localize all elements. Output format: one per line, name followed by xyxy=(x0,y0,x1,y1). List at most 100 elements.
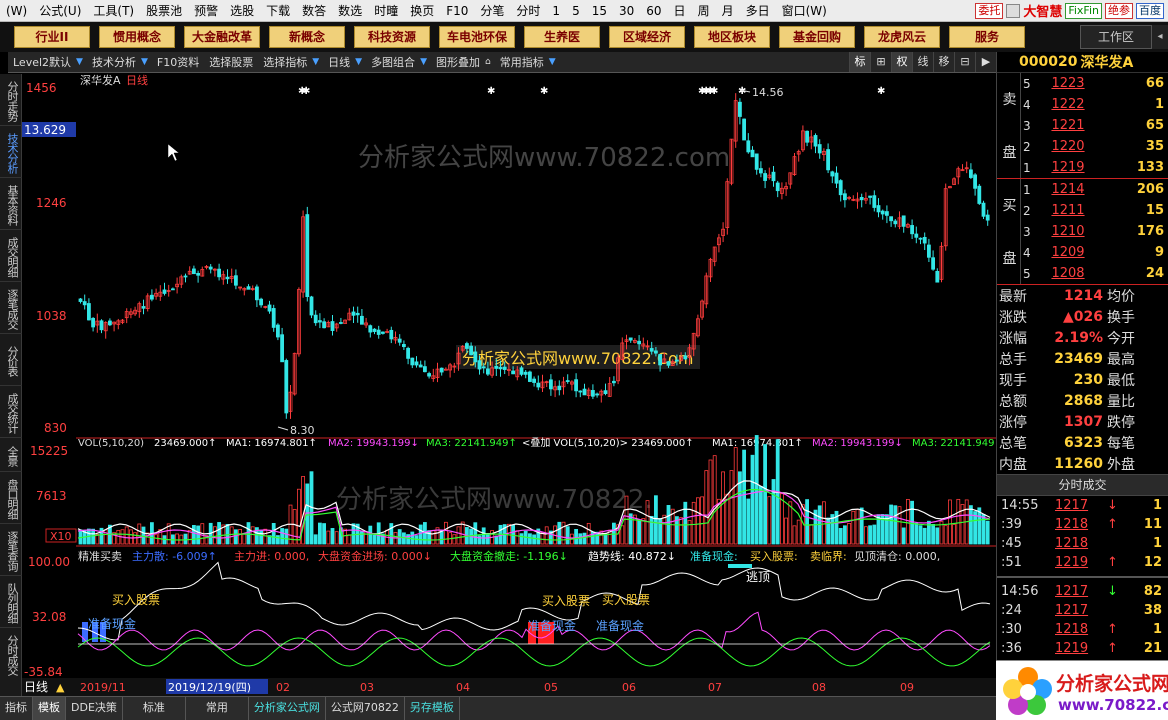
left-tab[interactable]: 成交明细 xyxy=(0,230,22,282)
menu-item[interactable]: 预警 xyxy=(188,2,224,19)
toolbar-item[interactable]: 选择股票 xyxy=(204,54,258,70)
dropdown-icon[interactable]: ▼ xyxy=(76,57,83,67)
left-tab[interactable]: 逐笔成交 xyxy=(0,282,22,334)
sector-button[interactable]: 地区板块 xyxy=(694,26,770,48)
dropdown-icon[interactable]: ▼ xyxy=(420,57,427,67)
bottom-tab[interactable]: DDE决策 xyxy=(66,697,123,720)
menu-item[interactable]: 时疃 xyxy=(368,2,404,19)
menu-item[interactable]: 选股 xyxy=(224,2,260,19)
sector-button[interactable]: 惯用概念 xyxy=(99,26,175,48)
dropdown-icon[interactable]: ▼ xyxy=(141,57,148,67)
menu-item[interactable]: 公式(U) xyxy=(33,2,87,19)
left-tab[interactable]: 全景 xyxy=(0,438,22,472)
bid-row[interactable]: 1 1214 206 xyxy=(1023,179,1168,200)
left-tab[interactable]: 分时成交 xyxy=(0,628,22,680)
bottom-tab[interactable]: 指标 xyxy=(0,697,33,720)
menu-item[interactable]: 数答 xyxy=(296,2,332,19)
trade-button[interactable]: 委托 xyxy=(975,2,1004,19)
toolbar-item[interactable]: 技术分析 xyxy=(87,54,141,70)
bid-row[interactable]: 2 1211 15 xyxy=(1023,200,1168,221)
toolbar-item[interactable]: 常用指标 xyxy=(495,54,549,70)
bid-row[interactable]: 3 1210 176 xyxy=(1023,221,1168,242)
menu-item[interactable]: 1 xyxy=(546,4,566,18)
bid-row[interactable]: 5 1208 24 xyxy=(1023,263,1168,284)
dropdown-icon[interactable]: ▼ xyxy=(549,57,556,67)
toolbar-item[interactable]: Level2默认 xyxy=(8,54,76,70)
sector-button[interactable]: 新概念 xyxy=(269,26,345,48)
sector-button[interactable]: 服务 xyxy=(949,26,1025,48)
bottom-tab[interactable]: 模板 xyxy=(33,697,66,720)
juecan-button[interactable]: 绝参 xyxy=(1105,2,1133,19)
baidu-button[interactable]: 百度 xyxy=(1136,2,1164,19)
sector-button[interactable]: 区域经济 xyxy=(609,26,685,48)
sector-button[interactable]: 基金回购 xyxy=(779,26,855,48)
menu-item[interactable]: 日 xyxy=(668,2,692,19)
line-button[interactable]: 线 xyxy=(912,52,933,72)
rights-button[interactable]: 权 xyxy=(891,52,912,72)
sector-button[interactable]: 大金融改革 xyxy=(184,26,260,48)
menu-item[interactable]: 30 xyxy=(613,4,640,18)
left-tab[interactable]: 成交统计 xyxy=(0,386,22,438)
menu-item[interactable]: 工具(T) xyxy=(87,2,140,19)
menu-item[interactable]: 换页 xyxy=(404,2,440,19)
tick-header[interactable]: 分时成交 xyxy=(997,474,1168,496)
lock-icon[interactable]: ⌂ xyxy=(485,57,491,67)
left-tab[interactable]: 逐笔查询 xyxy=(0,524,22,576)
bottom-tab[interactable]: 公式网70822 xyxy=(326,697,405,720)
menu-item[interactable]: 股票池 xyxy=(140,2,188,19)
left-tab[interactable]: 分时走势 xyxy=(0,74,22,126)
bottom-tab[interactable]: 另存模板 xyxy=(405,697,460,720)
menu-item[interactable]: F10 xyxy=(440,4,474,18)
left-tab[interactable]: 队列明细 xyxy=(0,576,22,628)
bottom-tab[interactable]: 分析家公式网 xyxy=(249,697,326,720)
menu-item[interactable]: 60 xyxy=(640,4,667,18)
toolbar-item[interactable]: 多图组合 xyxy=(366,54,420,70)
menu-item[interactable]: 窗口(W) xyxy=(776,2,833,19)
menu-item[interactable]: 分笔 xyxy=(474,2,510,19)
chart-svg[interactable]: 1456 13.629 1246 1038 830 深华发A 日线 分析家公式网… xyxy=(22,74,996,696)
toolbar-item[interactable]: 选择指标 xyxy=(258,54,312,70)
chart-area[interactable]: 1456 13.629 1246 1038 830 深华发A 日线 分析家公式网… xyxy=(22,74,996,696)
menu-item[interactable]: 下载 xyxy=(260,2,296,19)
menu-item[interactable]: 多日 xyxy=(740,2,776,19)
sector-button[interactable]: 龙虎风云 xyxy=(864,26,940,48)
sector-button[interactable]: 科技资源 xyxy=(354,26,430,48)
left-tab[interactable]: 基本资料 xyxy=(0,178,22,230)
left-tab[interactable]: 技术分析 xyxy=(0,126,22,178)
candle-body xyxy=(368,325,373,333)
toolbar-item[interactable]: 图形叠加 xyxy=(431,54,485,70)
sector-button[interactable]: 行业II xyxy=(14,26,90,48)
ask-row[interactable]: 2 1220 35 xyxy=(1023,136,1168,157)
menu-item[interactable]: 分时 xyxy=(510,2,546,19)
bottom-tab[interactable]: 常用 xyxy=(186,697,249,720)
mark-button[interactable]: 标 xyxy=(849,52,870,72)
window-icon[interactable]: ⊟ xyxy=(954,52,975,72)
bottom-tab[interactable]: 标准 xyxy=(123,697,186,720)
bid-row[interactable]: 4 1209 9 xyxy=(1023,242,1168,263)
play-icon[interactable]: ▶ xyxy=(975,52,996,72)
dropdown-icon[interactable]: ▼ xyxy=(355,57,362,67)
menu-item[interactable]: 月 xyxy=(716,2,740,19)
calculator-icon[interactable] xyxy=(1006,3,1021,18)
sector-button[interactable]: 生养医 xyxy=(524,26,600,48)
expand-icon[interactable]: ◂ xyxy=(1152,25,1168,49)
move-button[interactable]: 移 xyxy=(933,52,954,72)
ask-row[interactable]: 4 1222 1 xyxy=(1023,94,1168,115)
menu-item[interactable]: (W) xyxy=(0,4,33,18)
menu-item[interactable]: 15 xyxy=(586,4,613,18)
dropdown-icon[interactable]: ▼ xyxy=(312,57,319,67)
workspace-button[interactable]: 工作区 xyxy=(1080,25,1152,49)
toolbar-item[interactable]: 日线 xyxy=(323,54,355,70)
fixfin-button[interactable]: FixFin xyxy=(1065,2,1102,19)
ask-row[interactable]: 1 1219 133 xyxy=(1023,157,1168,178)
grid-icon[interactable]: ⊞ xyxy=(870,52,891,72)
toolbar-item[interactable]: F10资料 xyxy=(152,54,204,70)
left-tab[interactable]: 盘口明细 xyxy=(0,472,22,524)
menu-item[interactable]: 周 xyxy=(692,2,716,19)
ask-row[interactable]: 3 1221 65 xyxy=(1023,115,1168,136)
left-tab[interactable]: 分价表 xyxy=(0,334,22,386)
menu-item[interactable]: 数选 xyxy=(332,2,368,19)
ask-row[interactable]: 5 1223 66 xyxy=(1023,73,1168,94)
menu-item[interactable]: 5 xyxy=(566,4,586,18)
sector-button[interactable]: 车电池环保 xyxy=(439,26,515,48)
